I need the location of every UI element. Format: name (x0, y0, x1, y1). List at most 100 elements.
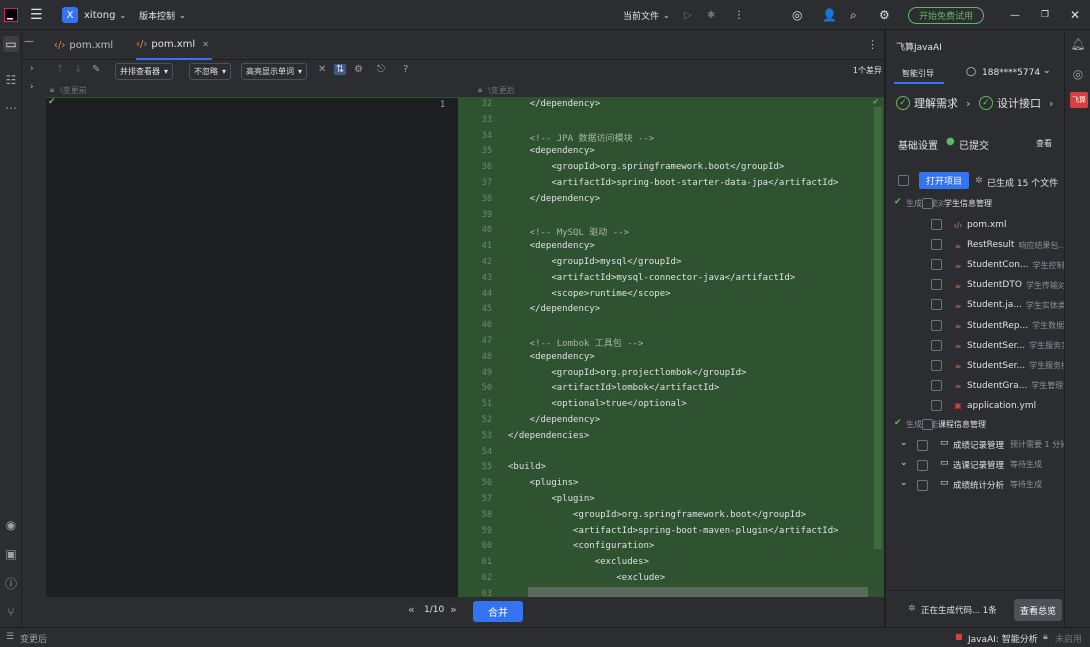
tab-options-icon[interactable]: ⋮ (867, 38, 878, 51)
file-row[interactable]: ‹/› pom.xml (953, 217, 1010, 233)
plugin-status[interactable]: JavaAI: 智能分析 (968, 632, 1038, 645)
left-diff-pane[interactable]: ✔ 1 (46, 97, 458, 597)
debug-icon[interactable]: ✱ (707, 0, 715, 30)
code-line[interactable]: </dependency> (508, 99, 600, 109)
code-line[interactable]: <excludes> (508, 557, 649, 567)
code-line[interactable]: <plugin> (508, 494, 594, 504)
module-checkbox[interactable] (917, 480, 928, 491)
code-line[interactable]: </dependencies> (508, 431, 589, 441)
arrow-up-icon[interactable]: ↑ (56, 64, 64, 75)
tab-pom-xml-2[interactable]: ‹/› pom.xml ✕ (136, 30, 212, 60)
file-row[interactable]: ☕ StudentSer... 学生服务接... (953, 358, 1076, 374)
code-line[interactable]: <!-- MySQL 驱动 --> (508, 225, 629, 238)
code-line[interactable]: </dependency> (508, 194, 600, 204)
restore-icon[interactable]: ❐ (1041, 0, 1049, 30)
gear-icon[interactable]: ⚙ (879, 0, 890, 30)
collapse-unchanged-icon[interactable]: ✕ (318, 64, 326, 75)
step-design-api[interactable]: ✓ 设计接口 › (979, 95, 1053, 111)
tab-pom-xml-1[interactable]: ‹/› pom.xml (54, 30, 113, 60)
code-line[interactable]: <build> (508, 462, 546, 472)
code-line[interactable]: <plugins> (508, 478, 579, 488)
code-line[interactable]: <artifactId>spring-boot-starter-data-jpa… (508, 178, 838, 188)
app-logo-icon[interactable] (4, 0, 18, 30)
sync-scroll-icon[interactable]: ⇅ (334, 64, 347, 75)
edit-icon[interactable]: ✎ (92, 64, 100, 75)
chevron-down-icon[interactable]: ⌄ (900, 478, 908, 488)
user-account[interactable]: 188****5774 (982, 68, 1040, 78)
code-line[interactable]: <!-- Lombok 工具包 --> (508, 336, 644, 349)
structure-icon[interactable]: ☷ (3, 72, 19, 88)
file-checkbox[interactable] (931, 279, 942, 291)
run-config-selector[interactable]: 当前文件 ⌄ (623, 0, 670, 30)
viewer-dropdown[interactable]: 并排查看器 ▾ (115, 63, 174, 80)
ignore-dropdown[interactable]: 不忽略 ▾ (189, 63, 232, 80)
notification-icon[interactable]: 🔔︎ (1070, 36, 1086, 52)
highlight-dropdown[interactable]: 高亮显示单词 ▾ (241, 63, 308, 80)
file-checkbox[interactable] (931, 379, 942, 391)
merge-button[interactable]: 合并 (473, 601, 523, 622)
start-trial-button[interactable]: 开始免费试用 (908, 6, 985, 24)
file-row[interactable]: ☕ StudentCon... 学生控制层 (953, 257, 1072, 273)
group2-checkbox[interactable] (922, 419, 933, 430)
file-checkbox[interactable] (931, 339, 942, 351)
code-line[interactable]: </dependency> (508, 415, 600, 425)
view-link[interactable]: 查看 (1036, 138, 1052, 149)
tab-smart-guide[interactable]: 智能引导 (902, 68, 934, 79)
file-checkbox[interactable] (931, 259, 942, 271)
scrollbar[interactable] (874, 107, 882, 549)
code-line[interactable]: <groupId>org.projectlombok</groupId> (508, 368, 746, 378)
file-row[interactable]: ☕ StudentDTO 学生传输对象 (953, 277, 1074, 293)
chevron-down-icon[interactable]: ⌄ (900, 458, 908, 468)
more-icon[interactable]: ⋮ (734, 0, 744, 30)
select-all-checkbox[interactable] (898, 175, 909, 186)
main-menu-icon[interactable]: ☰ (30, 0, 43, 30)
code-line[interactable]: <groupId>mysql</groupId> (508, 257, 681, 267)
run-icon[interactable]: ▷ (684, 0, 692, 30)
file-checkbox[interactable] (931, 239, 942, 251)
next-diff-icon[interactable]: » (450, 603, 457, 616)
problems-icon[interactable]: ⓘ (3, 575, 19, 591)
code-line[interactable]: <optional>true</optional> (508, 399, 686, 409)
external-tool-icon[interactable]: ⎋ (377, 64, 385, 75)
close-tab-icon[interactable]: ✕ (202, 40, 209, 49)
chevron-right-icon[interactable]: › (30, 64, 34, 74)
close-icon[interactable]: ✕ (1070, 0, 1080, 30)
terminal-icon[interactable]: ▣ (3, 546, 19, 562)
step-understand[interactable]: ✓ 理解需求 › (896, 95, 970, 111)
minimize-icon[interactable]: — (1010, 0, 1020, 30)
code-line[interactable]: <scope>runtime</scope> (508, 289, 670, 299)
code-line[interactable]: <groupId>org.springframework.boot</group… (508, 510, 806, 520)
help-icon[interactable]: ? (403, 64, 408, 75)
code-line[interactable]: <artifactId>mysql-connector-java</artifa… (508, 273, 795, 283)
file-checkbox[interactable] (931, 299, 942, 311)
open-project-button[interactable]: 打开项目 (919, 172, 969, 189)
feisuan-plugin-icon[interactable]: 飞算 (1070, 92, 1088, 108)
more-tools-icon[interactable]: ⋯ (3, 100, 19, 116)
project-selector[interactable]: X xitong ⌄ (62, 0, 126, 30)
code-line[interactable]: <!-- JPA 数据访问模块 --> (508, 131, 654, 144)
settings-icon[interactable]: ⚙ (354, 64, 363, 75)
folder-icon[interactable]: ▭ (3, 36, 19, 52)
code-line[interactable]: <exclude> (508, 573, 665, 583)
file-checkbox[interactable] (931, 319, 942, 331)
code-line[interactable]: <dependency> (508, 146, 595, 156)
right-diff-pane[interactable]: 32 </dependency> 33 34 <!-- JPA 数据访问模块 -->… (468, 97, 884, 597)
code-line[interactable]: </dependency> (508, 304, 600, 314)
file-checkbox[interactable] (931, 219, 942, 230)
chevron-right-icon[interactable]: › (30, 82, 34, 92)
services-icon[interactable]: ◉ (3, 517, 19, 533)
arrow-down-icon[interactable]: ↓ (74, 64, 82, 75)
code-line[interactable]: <configuration> (508, 541, 654, 551)
vcs-menu[interactable]: 版本控制 ⌄ (139, 0, 186, 30)
code-line[interactable]: <dependency> (508, 241, 595, 251)
ai-assistant-icon[interactable]: ◎ (792, 0, 802, 30)
prev-diff-icon[interactable]: « (408, 603, 415, 616)
chevron-down-icon[interactable]: ⌄ (1043, 66, 1051, 76)
search-icon[interactable]: ⌕ (850, 0, 857, 30)
overview-button[interactable]: 查看总览 (1014, 599, 1062, 621)
collapse-icon[interactable]: — (24, 36, 34, 47)
file-row[interactable]: ▣ application.yml (953, 398, 1040, 414)
status-left[interactable]: 变更后 (20, 632, 47, 645)
file-checkbox[interactable] (931, 359, 942, 371)
code-line[interactable]: <artifactId>spring-boot-maven-plugin</ar… (508, 526, 839, 536)
